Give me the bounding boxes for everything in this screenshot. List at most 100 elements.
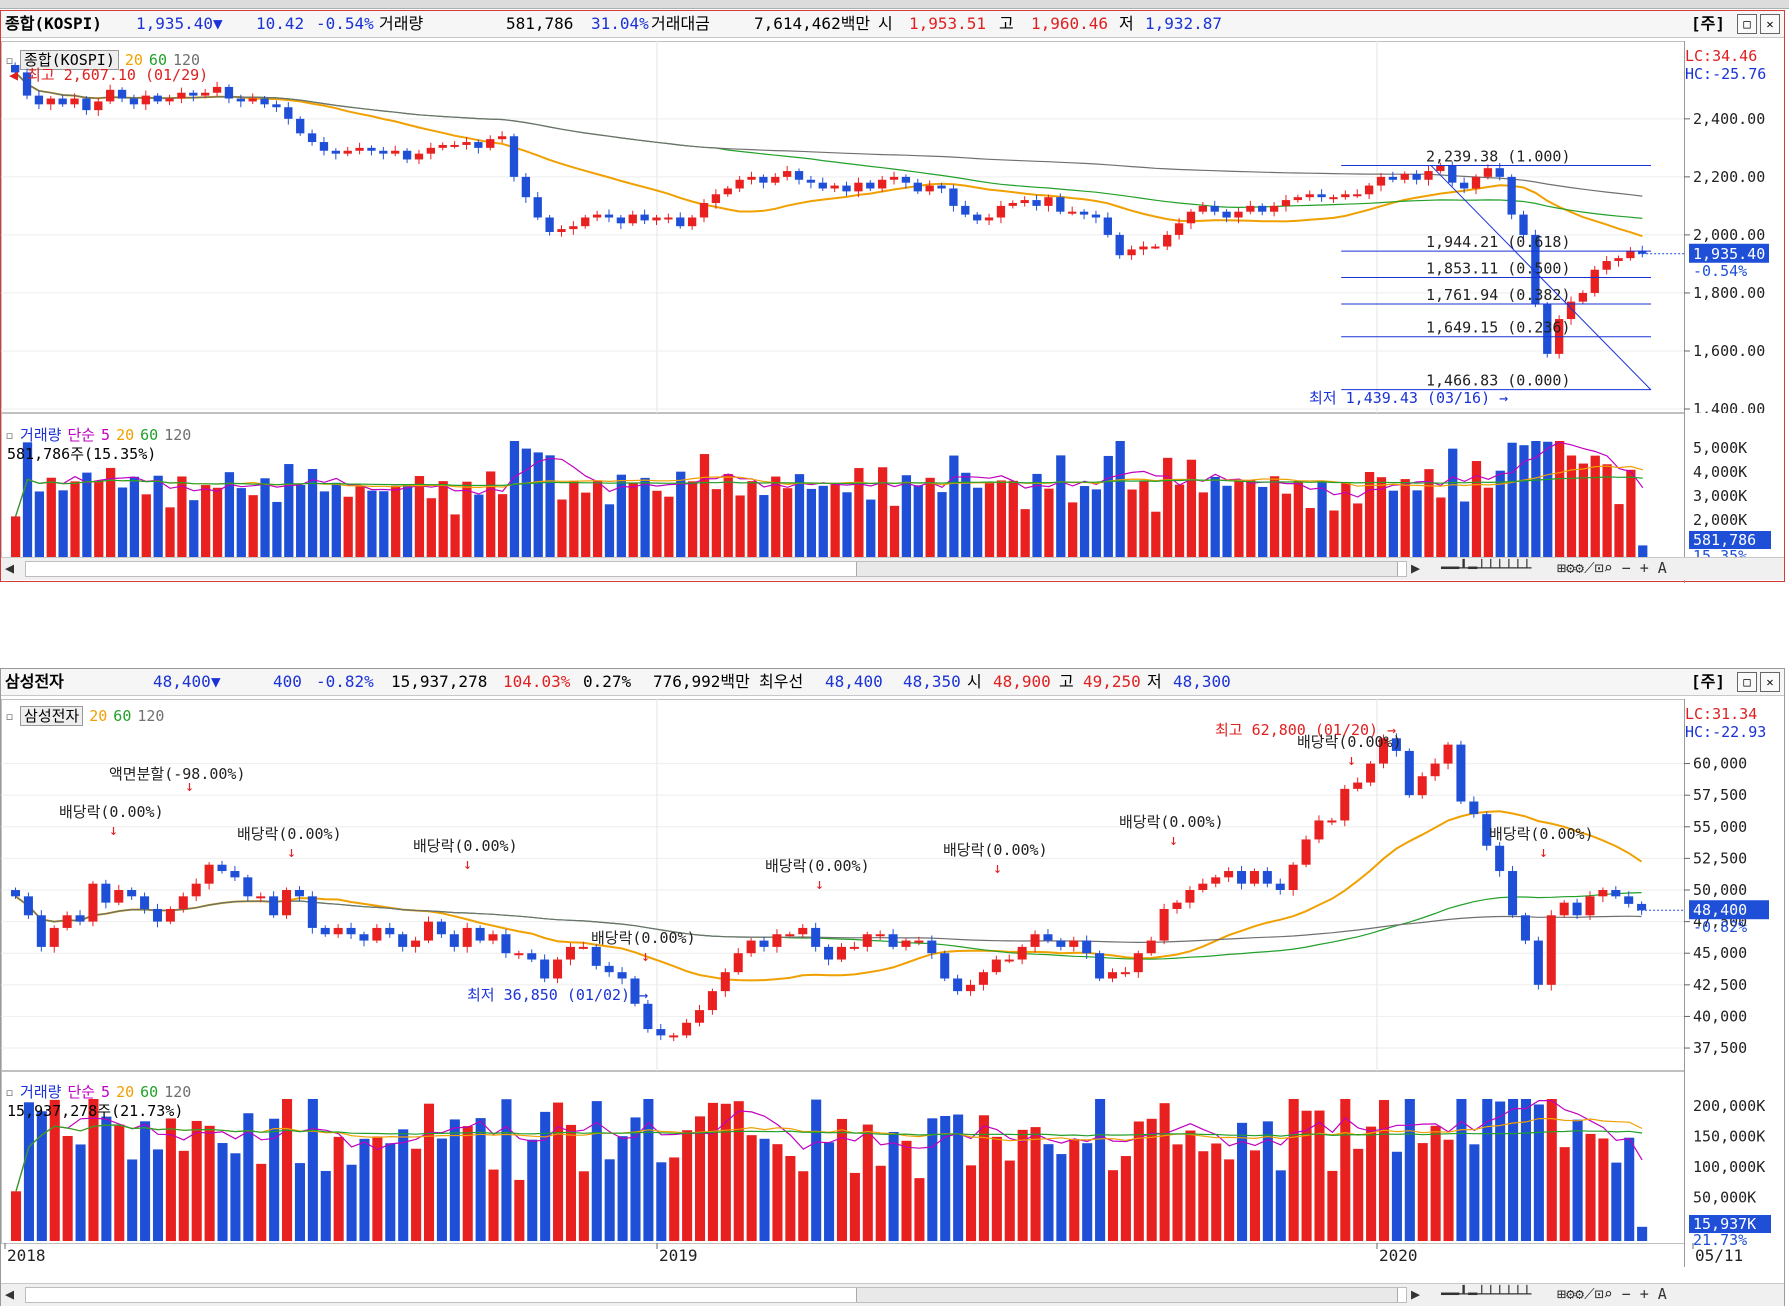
- samsung-volume-chart[interactable]: 200,000K150,000K100,000K50,000K15,937K21…: [1, 1071, 1784, 1267]
- candle-body: [699, 202, 709, 218]
- y-tick-label: 2,000.00: [1693, 226, 1765, 244]
- candle-body: [1004, 959, 1014, 962]
- pref-ask: 48,400: [825, 672, 883, 691]
- volume-bar: [540, 1111, 551, 1241]
- candle-body: [1376, 176, 1386, 186]
- candle-body: [1353, 782, 1363, 789]
- candle-body: [117, 89, 127, 99]
- volume-bar: [889, 505, 900, 557]
- ma120-line: [15, 895, 1642, 944]
- volume-bar: [372, 1136, 383, 1241]
- close-icon[interactable]: ✕: [1760, 14, 1780, 34]
- dividend-note: 배당락(0.00%): [59, 803, 164, 821]
- volume-bar: [1139, 481, 1149, 557]
- volume-bar: [1030, 1127, 1041, 1241]
- scroll-left-icon[interactable]: ◀: [5, 559, 14, 577]
- kospi-scrollbar[interactable]: ◀ ▶ ━━┸━┴┴┴┴┴┴ ⊞⚙⚙⟋⊡⌕ − + A: [1, 557, 1784, 580]
- candle-body: [733, 953, 743, 973]
- scroll-right-icon[interactable]: ▶: [1411, 1285, 1420, 1303]
- candle-body: [294, 890, 304, 897]
- fib-level-label: 1,944.21 (0.618): [1426, 233, 1571, 251]
- samsung-scrollbar[interactable]: ◀ ▶ ━━┸━┴┴┴┴┴┴ ⊞⚙⚙⟋⊡⌕ − + A: [1, 1283, 1784, 1306]
- change-value: 400: [273, 672, 302, 691]
- volume-bar: [1056, 455, 1066, 557]
- volume-bar: [23, 1102, 34, 1241]
- amount-label: 거래대금: [651, 14, 710, 33]
- period-tag[interactable]: [주]: [1691, 11, 1725, 37]
- candle-body: [682, 1022, 692, 1036]
- top-toolbar-strip: [0, 0, 1789, 9]
- price-tag-value: 1,935.40: [1693, 245, 1765, 263]
- volume-bar: [1246, 480, 1256, 557]
- kospi-price-chart[interactable]: 2,400.00 2,200.00 2,000.00 1,800.00 1,600.00…: [1, 41, 1784, 413]
- candle-body: [1017, 946, 1027, 960]
- y-tick-label: 1,600.00: [1693, 342, 1765, 360]
- scroll-right-icon[interactable]: ▶: [1411, 559, 1420, 577]
- volume-bar: [141, 494, 151, 557]
- volume-bar: [723, 473, 733, 557]
- volume-bar: [359, 1138, 370, 1241]
- candle-body: [140, 896, 150, 909]
- volume-bar: [1508, 1099, 1519, 1241]
- high-label: 고: [1059, 672, 1074, 691]
- scroll-thumb[interactable]: [856, 1288, 1398, 1302]
- symbol-name[interactable]: 종합(KOSPI): [5, 11, 102, 37]
- volume-bar: [1017, 1129, 1028, 1241]
- volume-bar: [1456, 1099, 1467, 1241]
- volume-bar: [346, 1164, 357, 1241]
- volume-bar: [1068, 502, 1078, 557]
- vol-tick-label: 100,000K: [1693, 1158, 1765, 1176]
- candle-body: [153, 95, 162, 102]
- candle-body: [927, 940, 937, 954]
- volume-bar: [966, 1165, 977, 1241]
- candle-body: [862, 934, 872, 947]
- candle-body: [818, 182, 827, 189]
- scroll-track[interactable]: [25, 1287, 1407, 1303]
- scroll-track[interactable]: [25, 561, 1407, 577]
- volume-bar: [818, 485, 828, 557]
- volume-bar: [1543, 441, 1553, 557]
- volume-bar: [656, 1162, 667, 1241]
- chart-tools-icon[interactable]: ⊞⚙⚙⟋⊡⌕ − + A: [1557, 559, 1667, 577]
- symbol-name[interactable]: 삼성전자: [5, 669, 64, 695]
- fib-level-label: 1,466.83 (0.000): [1426, 372, 1571, 390]
- candle-body: [925, 185, 934, 192]
- zoom-slider-icon[interactable]: ━━┸━┴┴┴┴┴┴: [1441, 559, 1531, 577]
- ma120-line: [14, 71, 1643, 197]
- scroll-left-icon[interactable]: ◀: [5, 1285, 14, 1303]
- candle-body: [578, 946, 588, 949]
- zoom-slider-icon[interactable]: ━━┸━┴┴┴┴┴┴: [1441, 1285, 1531, 1303]
- maximize-icon[interactable]: □: [1737, 672, 1757, 692]
- candle-body: [811, 927, 821, 947]
- close-icon[interactable]: ✕: [1760, 672, 1780, 692]
- volume-bar: [1637, 1226, 1648, 1241]
- volume-bar: [284, 464, 294, 557]
- candle-body: [1103, 217, 1112, 235]
- samsung-price-chart[interactable]: 60,00057,50055,00052,50050,00047,50045,0…: [1, 699, 1784, 1071]
- volume-bar: [973, 487, 983, 557]
- volume-bar: [501, 1099, 512, 1241]
- candle-body: [1211, 877, 1221, 884]
- maximize-icon[interactable]: □: [1737, 14, 1757, 34]
- volume-bar: [735, 495, 745, 557]
- candle-body: [88, 883, 98, 922]
- candle-body: [1185, 890, 1195, 903]
- volume-bar: [11, 1191, 22, 1241]
- period-tag[interactable]: [주]: [1691, 669, 1725, 695]
- volume-bar: [1269, 476, 1280, 557]
- volume-bar: [901, 475, 912, 557]
- volume-bar: [1378, 1100, 1390, 1241]
- volume-bar: [426, 498, 436, 557]
- scroll-thumb[interactable]: [856, 562, 1398, 576]
- candle-body: [1186, 211, 1196, 224]
- candle-body: [129, 98, 139, 105]
- chart-tools-icon[interactable]: ⊞⚙⚙⟋⊡⌕ − + A: [1557, 1285, 1667, 1303]
- volume-bar: [1598, 1138, 1609, 1241]
- candle-body: [937, 185, 946, 189]
- window-buttons: □ ✕: [1737, 14, 1780, 34]
- volume-bar: [854, 468, 864, 557]
- volume-bar: [1079, 486, 1090, 557]
- candle-body: [1069, 940, 1079, 947]
- candle-body: [617, 972, 627, 979]
- candle-body: [1056, 940, 1066, 947]
